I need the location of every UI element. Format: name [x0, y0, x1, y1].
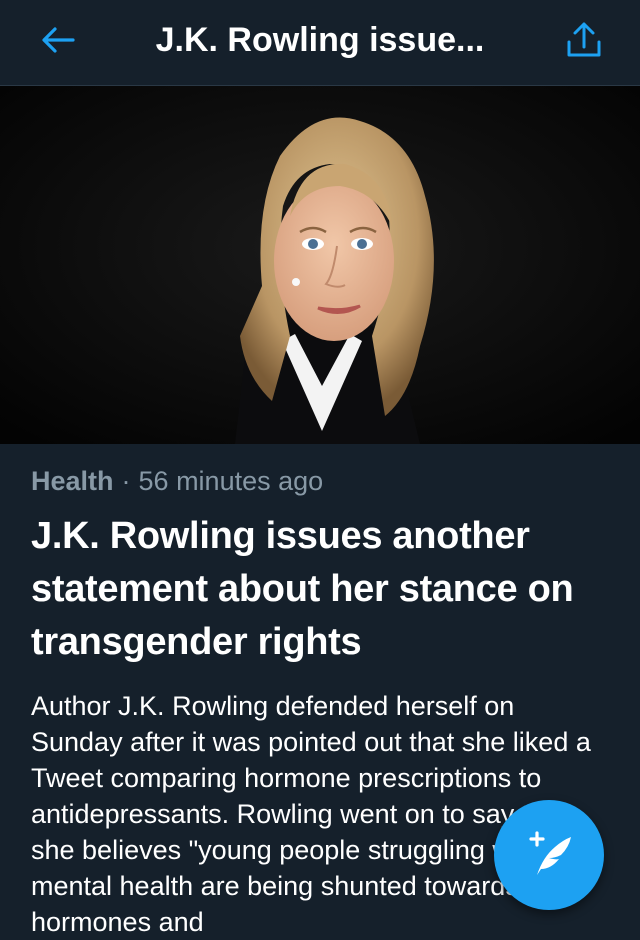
article-headline: J.K. Rowling issues another statement ab…: [31, 515, 574, 663]
share-button[interactable]: [560, 18, 608, 62]
timestamp: 56 minutes ago: [138, 466, 324, 496]
top-bar: J.K. Rowling issue...: [0, 0, 640, 86]
category-label[interactable]: Health: [31, 466, 114, 496]
arrow-left-icon: [42, 27, 75, 53]
article-hero-image[interactable]: [0, 86, 640, 444]
portrait-photo: [0, 86, 640, 444]
page-title: J.K. Rowling issue...: [155, 21, 485, 59]
back-button[interactable]: [34, 20, 82, 60]
article-meta: Health · 56 minutes ago: [31, 462, 323, 500]
compose-tweet-icon: [529, 831, 571, 875]
meta-separator: ·: [121, 466, 131, 496]
share-icon: [567, 22, 601, 57]
compose-tweet-button[interactable]: [494, 800, 604, 910]
